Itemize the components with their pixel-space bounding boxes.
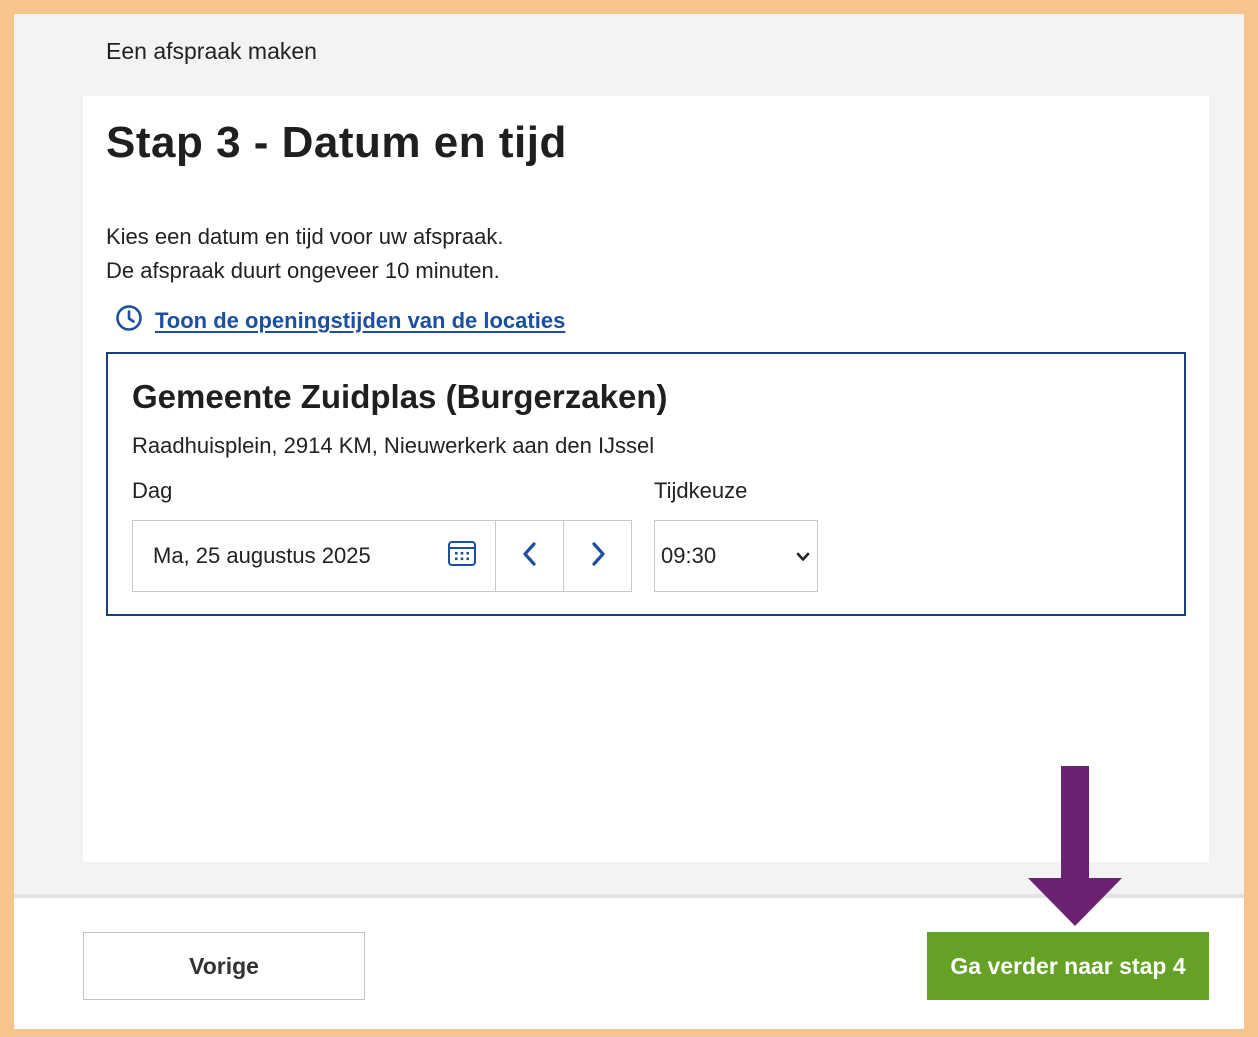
next-day-button[interactable]: [564, 520, 632, 592]
arrow-down-icon: [1028, 766, 1122, 926]
chevron-right-icon: [589, 541, 607, 572]
date-value: Ma, 25 augustus 2025: [153, 543, 371, 568]
intro-line-2: De afspraak duurt ongeveer 10 minuten.: [106, 258, 500, 283]
page-frame: Een afspraak maken Stap 3 - Datum en tij…: [14, 14, 1244, 1029]
chevron-left-icon: [521, 541, 539, 572]
date-picker: Ma, 25 augustus 2025: [132, 520, 632, 592]
location-box: Gemeente Zuidplas (Burgerzaken) Raadhuis…: [106, 352, 1186, 616]
time-label: Tijdkeuze: [654, 478, 748, 503]
page-title: Stap 3 - Datum en tijd: [106, 118, 567, 167]
time-value: 09:30: [661, 543, 717, 568]
location-name: Gemeente Zuidplas (Burgerzaken): [132, 378, 668, 415]
date-input[interactable]: Ma, 25 augustus 2025: [132, 520, 496, 592]
content-card: Stap 3 - Datum en tijd Kies een datum en…: [83, 96, 1209, 862]
opening-hours-link[interactable]: Toon de openingstijden van de locaties: [115, 304, 565, 338]
breadcrumb: Een afspraak maken: [106, 38, 317, 64]
location-address: Raadhuisplein, 2914 KM, Nieuwerkerk aan …: [132, 433, 655, 458]
chevron-down-icon: [795, 543, 811, 569]
day-label: Dag: [132, 478, 173, 503]
clock-icon: [115, 304, 143, 338]
intro-text: Kies een datum en tijd voor uw afspraak.…: [106, 220, 503, 288]
calendar-icon[interactable]: [447, 539, 477, 573]
time-select[interactable]: 09:30: [654, 520, 818, 592]
continue-button[interactable]: Ga verder naar stap 4: [927, 932, 1209, 1000]
opening-hours-link-label: Toon de openingstijden van de locaties: [155, 308, 566, 333]
intro-line-1: Kies een datum en tijd voor uw afspraak.: [106, 224, 504, 249]
previous-button[interactable]: Vorige: [83, 932, 365, 1000]
previous-day-button[interactable]: [496, 520, 564, 592]
